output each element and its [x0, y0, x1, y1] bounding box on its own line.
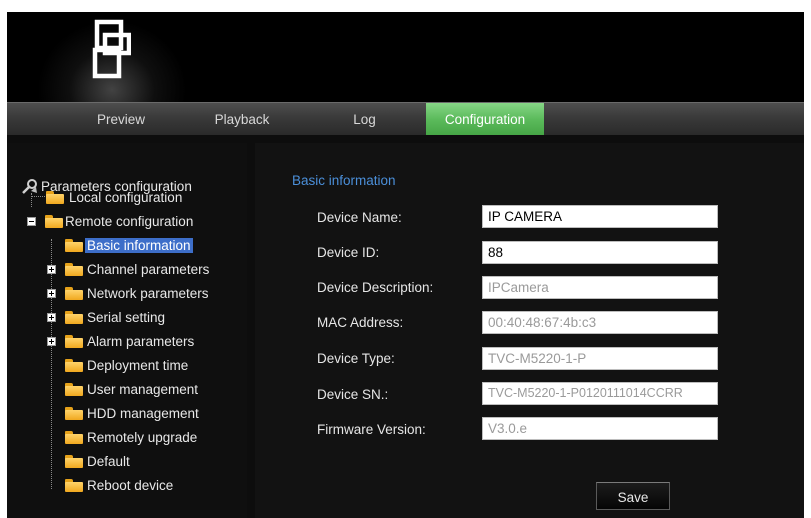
- tree-item-deployment-time[interactable]: Deployment time: [87, 356, 188, 376]
- device-description-field: IPCamera: [482, 276, 718, 299]
- device-name-input[interactable]: IP CAMERA: [482, 205, 718, 228]
- folder-icon: [65, 335, 83, 348]
- tree-item-network-parameters[interactable]: Network parameters: [87, 284, 209, 304]
- device-name-label: Device Name:: [317, 210, 402, 225]
- tree-item-reboot-device[interactable]: Reboot device: [87, 476, 173, 496]
- tab-log[interactable]: Log: [327, 103, 402, 135]
- tree-item-alarm-parameters[interactable]: Alarm parameters: [87, 332, 194, 352]
- folder-icon: [65, 455, 83, 468]
- folder-icon: [46, 191, 64, 204]
- app-window: Preview Playback Log Configuration Param…: [7, 12, 804, 518]
- tab-playback[interactable]: Playback: [202, 103, 282, 135]
- device-sn-label: Device SN.:: [317, 387, 389, 402]
- mac-address-label: MAC Address:: [317, 315, 404, 330]
- device-type-label: Device Type:: [317, 351, 395, 366]
- config-tree-panel: Parameters configuration Local configura…: [7, 143, 247, 518]
- tree-item-channel-parameters[interactable]: Channel parameters: [87, 260, 209, 280]
- tree-item-remote-configuration[interactable]: Remote configuration: [65, 212, 193, 232]
- basic-information-panel: Basic information Device Name: IP CAMERA…: [255, 143, 804, 518]
- tools-icon: [22, 179, 37, 194]
- folder-icon: [65, 263, 83, 276]
- device-description-label: Device Description:: [317, 280, 434, 295]
- device-id-input[interactable]: 88: [482, 241, 718, 264]
- tree-item-basic-information[interactable]: Basic information: [85, 236, 193, 256]
- device-id-label: Device ID:: [317, 245, 380, 260]
- firmware-version-field: V3.0.e: [482, 417, 718, 440]
- folder-icon: [65, 359, 83, 372]
- folder-icon: [65, 287, 83, 300]
- expand-plus-icon[interactable]: [47, 337, 56, 346]
- main-nav: Preview Playback Log Configuration: [7, 102, 804, 135]
- interlogix-logo-icon: [92, 19, 131, 79]
- device-sn-field: TVC-M5220-1-P0120111014CCRR: [482, 382, 718, 405]
- tree-item-hdd-management[interactable]: HDD management: [87, 404, 199, 424]
- folder-icon: [65, 407, 83, 420]
- folder-icon: [65, 239, 83, 252]
- folder-icon: [65, 311, 83, 324]
- tree-item-default[interactable]: Default: [87, 452, 130, 472]
- tree-item-local-configuration[interactable]: Local configuration: [69, 188, 182, 208]
- mac-address-field: 00:40:48:67:4b:c3: [482, 311, 718, 334]
- expand-plus-icon[interactable]: [47, 289, 56, 298]
- device-type-field: TVC-M5220-1-P: [482, 347, 718, 370]
- tree-connector: [51, 239, 52, 489]
- expand-plus-icon[interactable]: [47, 265, 56, 274]
- tab-configuration[interactable]: Configuration: [426, 103, 544, 135]
- tree-item-remotely-upgrade[interactable]: Remotely upgrade: [87, 428, 197, 448]
- tree-item-serial-setting[interactable]: Serial setting: [87, 308, 165, 328]
- folder-icon: [65, 479, 83, 492]
- header: [7, 12, 804, 102]
- tab-preview[interactable]: Preview: [66, 103, 176, 135]
- folder-icon: [45, 215, 63, 228]
- folder-icon: [65, 431, 83, 444]
- save-button[interactable]: Save: [596, 482, 670, 510]
- section-title: Basic information: [292, 173, 396, 188]
- collapse-minus-icon[interactable]: [27, 217, 36, 226]
- tree-item-label: Basic information: [85, 238, 193, 253]
- expand-plus-icon[interactable]: [47, 313, 56, 322]
- firmware-version-label: Firmware Version:: [317, 422, 426, 437]
- tree-item-user-management[interactable]: User management: [87, 380, 198, 400]
- folder-icon: [65, 383, 83, 396]
